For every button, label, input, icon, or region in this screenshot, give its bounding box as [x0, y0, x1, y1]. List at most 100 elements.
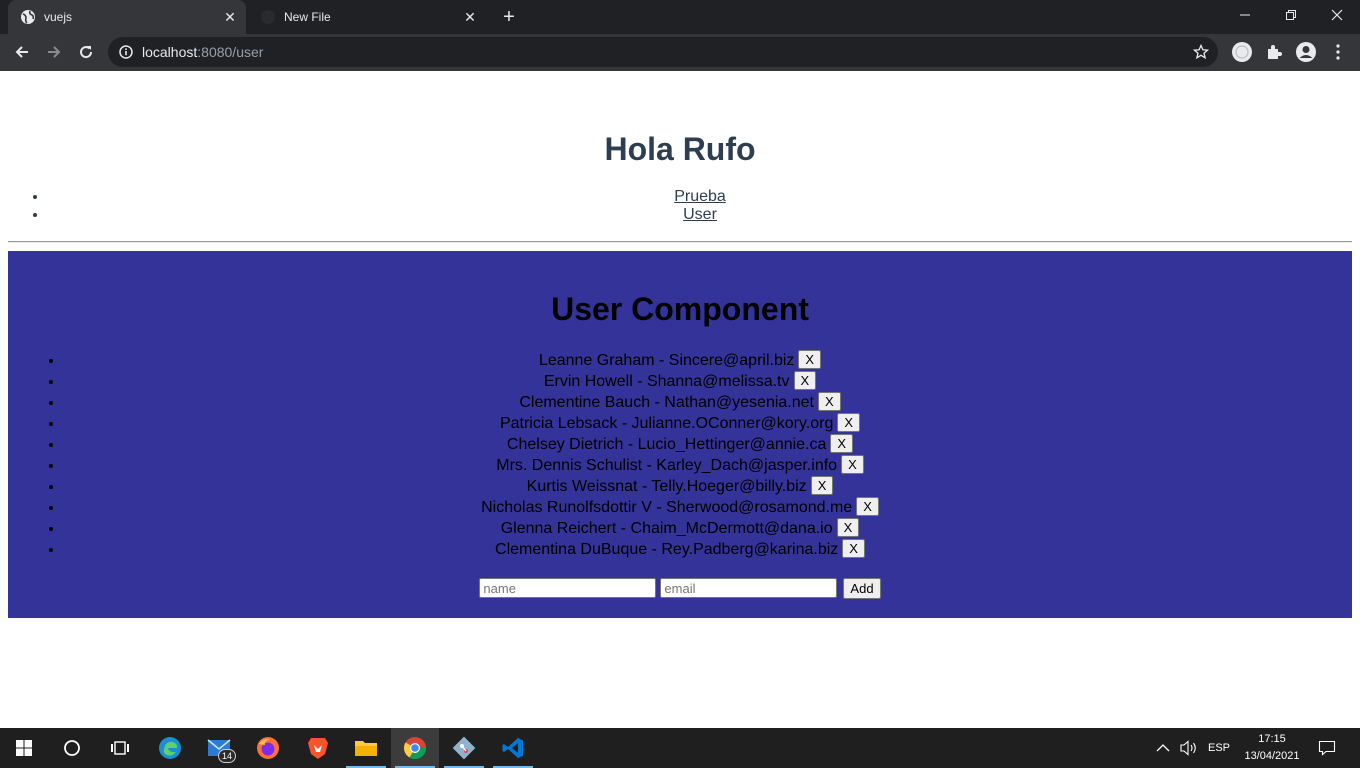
start-button[interactable]	[0, 728, 48, 768]
user-entry-text: Patricia Lebsack - Julianne.OConner@kory…	[499, 415, 834, 432]
edge-taskbar-button[interactable]	[146, 728, 194, 768]
user-entry-text: Glenna Reichert - Chaim_McDermott@dana.i…	[500, 520, 833, 537]
delete-user-button[interactable]: X	[856, 496, 879, 516]
git-icon	[452, 736, 476, 760]
user-list-item: Mrs. Dennis Schulist - Karley_Dach@jaspe…	[64, 454, 1296, 476]
reload-button[interactable]	[72, 38, 100, 66]
delete-user-button[interactable]: X	[842, 538, 865, 558]
delete-user-button[interactable]: X	[817, 391, 841, 411]
user-list-item: Patricia Lebsack - Julianne.OConner@kory…	[64, 412, 1296, 434]
firefox-taskbar-button[interactable]	[244, 728, 292, 768]
tab-title: vuejs	[44, 10, 73, 24]
tab-vuejs[interactable]: vuejs ✕	[8, 0, 246, 34]
user-list-item: Ervin Howell - Shanna@melissa.tvX	[64, 370, 1296, 392]
user-list-item: Leanne Graham - Sincere@april.bizX	[64, 349, 1296, 371]
user-list: Leanne Graham - Sincere@april.bizX Ervin…	[64, 349, 1296, 560]
taskbar-clock[interactable]: 17:15 13/04/2021	[1236, 731, 1308, 765]
profile-icon[interactable]	[1294, 40, 1318, 64]
nav-link-prueba[interactable]: Prueba	[674, 188, 726, 205]
vscode-icon	[502, 738, 523, 758]
minimize-button[interactable]	[1222, 0, 1268, 30]
user-list-item: Clementina DuBuque - Rey.Padberg@karina.…	[64, 538, 1296, 560]
back-arrow-icon	[15, 46, 28, 58]
user-entry-text: Leanne Graham - Sincere@april.biz	[538, 352, 795, 369]
tab-title: New File	[284, 10, 331, 24]
user-list-item: Chelsey Dietrich - Lucio_Hettinger@annie…	[64, 433, 1296, 455]
windows-taskbar: 14 ESP 17:15 13/04/2021	[0, 728, 1360, 768]
github-icon	[260, 9, 276, 25]
user-list-item: Kurtis Weissnat - Telly.Hoeger@billy.biz…	[64, 475, 1296, 497]
clock-time: 17:15	[1258, 733, 1286, 745]
file-explorer-icon	[355, 741, 377, 756]
menu-kebab-icon[interactable]	[1326, 40, 1350, 64]
browser-tab-strip: vuejs ✕ New File ✕ +	[0, 0, 1360, 34]
language-indicator[interactable]: ESP	[1208, 728, 1230, 768]
delete-user-button[interactable]: X	[810, 475, 834, 495]
divider	[8, 241, 1352, 243]
show-hidden-icons-button[interactable]	[1156, 728, 1174, 768]
user-entry-text: Ervin Howell - Shanna@melissa.tv	[543, 373, 790, 390]
search-icon	[64, 740, 80, 756]
volume-button[interactable]	[1180, 728, 1200, 768]
extensions-puzzle-icon[interactable]	[1262, 40, 1286, 64]
file-explorer-taskbar-button[interactable]	[342, 728, 390, 768]
reload-icon	[80, 46, 93, 59]
notifications-button[interactable]	[1318, 728, 1338, 768]
user-entry-text: Clementine Bauch - Nathan@yesenia.net	[519, 394, 814, 411]
mail-taskbar-button[interactable]: 14	[196, 728, 244, 768]
firefox-icon	[257, 737, 279, 759]
add-user-button[interactable]: Add	[843, 577, 881, 599]
vscode-taskbar-button[interactable]	[489, 728, 537, 768]
restore-button[interactable]	[1268, 0, 1314, 30]
delete-user-button[interactable]: X	[793, 370, 817, 390]
url-host: localhost	[142, 44, 198, 60]
chrome-icon	[404, 737, 426, 759]
info-icon[interactable]	[118, 44, 134, 60]
url-text: localhost:8080/user	[142, 44, 263, 60]
delete-user-button[interactable]: X	[798, 349, 822, 369]
nav-link-user[interactable]: User	[683, 206, 717, 223]
brave-icon	[308, 738, 328, 759]
email-input[interactable]	[660, 578, 838, 598]
url-path: :8080/user	[197, 44, 264, 60]
user-list-item: Clementine Bauch - Nathan@yesenia.netX	[64, 391, 1296, 413]
globe-icon	[20, 9, 36, 25]
user-component: User Component Leanne Graham - Sincere@a…	[8, 251, 1352, 618]
page-viewport: Hola Rufo Prueba User User Component Lea…	[0, 71, 1360, 728]
user-list-item: Nicholas Runolfsdottir V - Sherwood@rosa…	[64, 496, 1296, 518]
page-title: Hola Rufo	[604, 131, 756, 167]
user-entry-text: Clementina DuBuque - Rey.Padberg@karina.…	[495, 541, 839, 558]
mail-badge: 14	[217, 749, 236, 763]
tab-new-file[interactable]: New File ✕	[248, 0, 486, 34]
delete-user-button[interactable]: X	[837, 412, 861, 432]
language-label: ESP	[1208, 742, 1231, 754]
delete-user-button[interactable]: X	[836, 517, 860, 537]
nav-item-prueba: Prueba	[48, 188, 1352, 206]
chevron-up-icon	[1156, 744, 1170, 752]
git-taskbar-button[interactable]	[440, 728, 488, 768]
address-bar[interactable]: localhost:8080/user	[108, 37, 1218, 67]
extension-globe-icon[interactable]	[1230, 40, 1254, 64]
chrome-taskbar-button[interactable]	[391, 728, 439, 768]
search-button[interactable]	[48, 728, 96, 768]
bookmark-star-icon[interactable]	[1192, 43, 1210, 61]
user-entry-text: Mrs. Dennis Schulist - Karley_Dach@jaspe…	[496, 457, 838, 474]
name-input[interactable]	[479, 578, 657, 598]
brave-taskbar-button[interactable]	[294, 728, 342, 768]
clock-date: 13/04/2021	[1244, 750, 1300, 762]
delete-user-button[interactable]: X	[830, 433, 854, 453]
user-entry-text: Chelsey Dietrich - Lucio_Hettinger@annie…	[506, 436, 827, 453]
close-window-button[interactable]	[1314, 0, 1360, 30]
new-tab-button[interactable]: +	[497, 5, 521, 29]
close-tab-icon[interactable]: ✕	[220, 7, 240, 27]
forward-button[interactable]	[40, 38, 68, 66]
close-tab-icon[interactable]: ✕	[460, 7, 480, 27]
forward-arrow-icon	[48, 46, 61, 58]
delete-user-button[interactable]: X	[841, 454, 864, 474]
edge-icon	[159, 737, 181, 759]
user-entry-text: Kurtis Weissnat - Telly.Hoeger@billy.biz	[526, 478, 807, 495]
start-icon	[16, 740, 32, 756]
task-view-button[interactable]	[96, 728, 144, 768]
notification-icon	[1318, 740, 1336, 756]
back-button[interactable]	[8, 38, 36, 66]
